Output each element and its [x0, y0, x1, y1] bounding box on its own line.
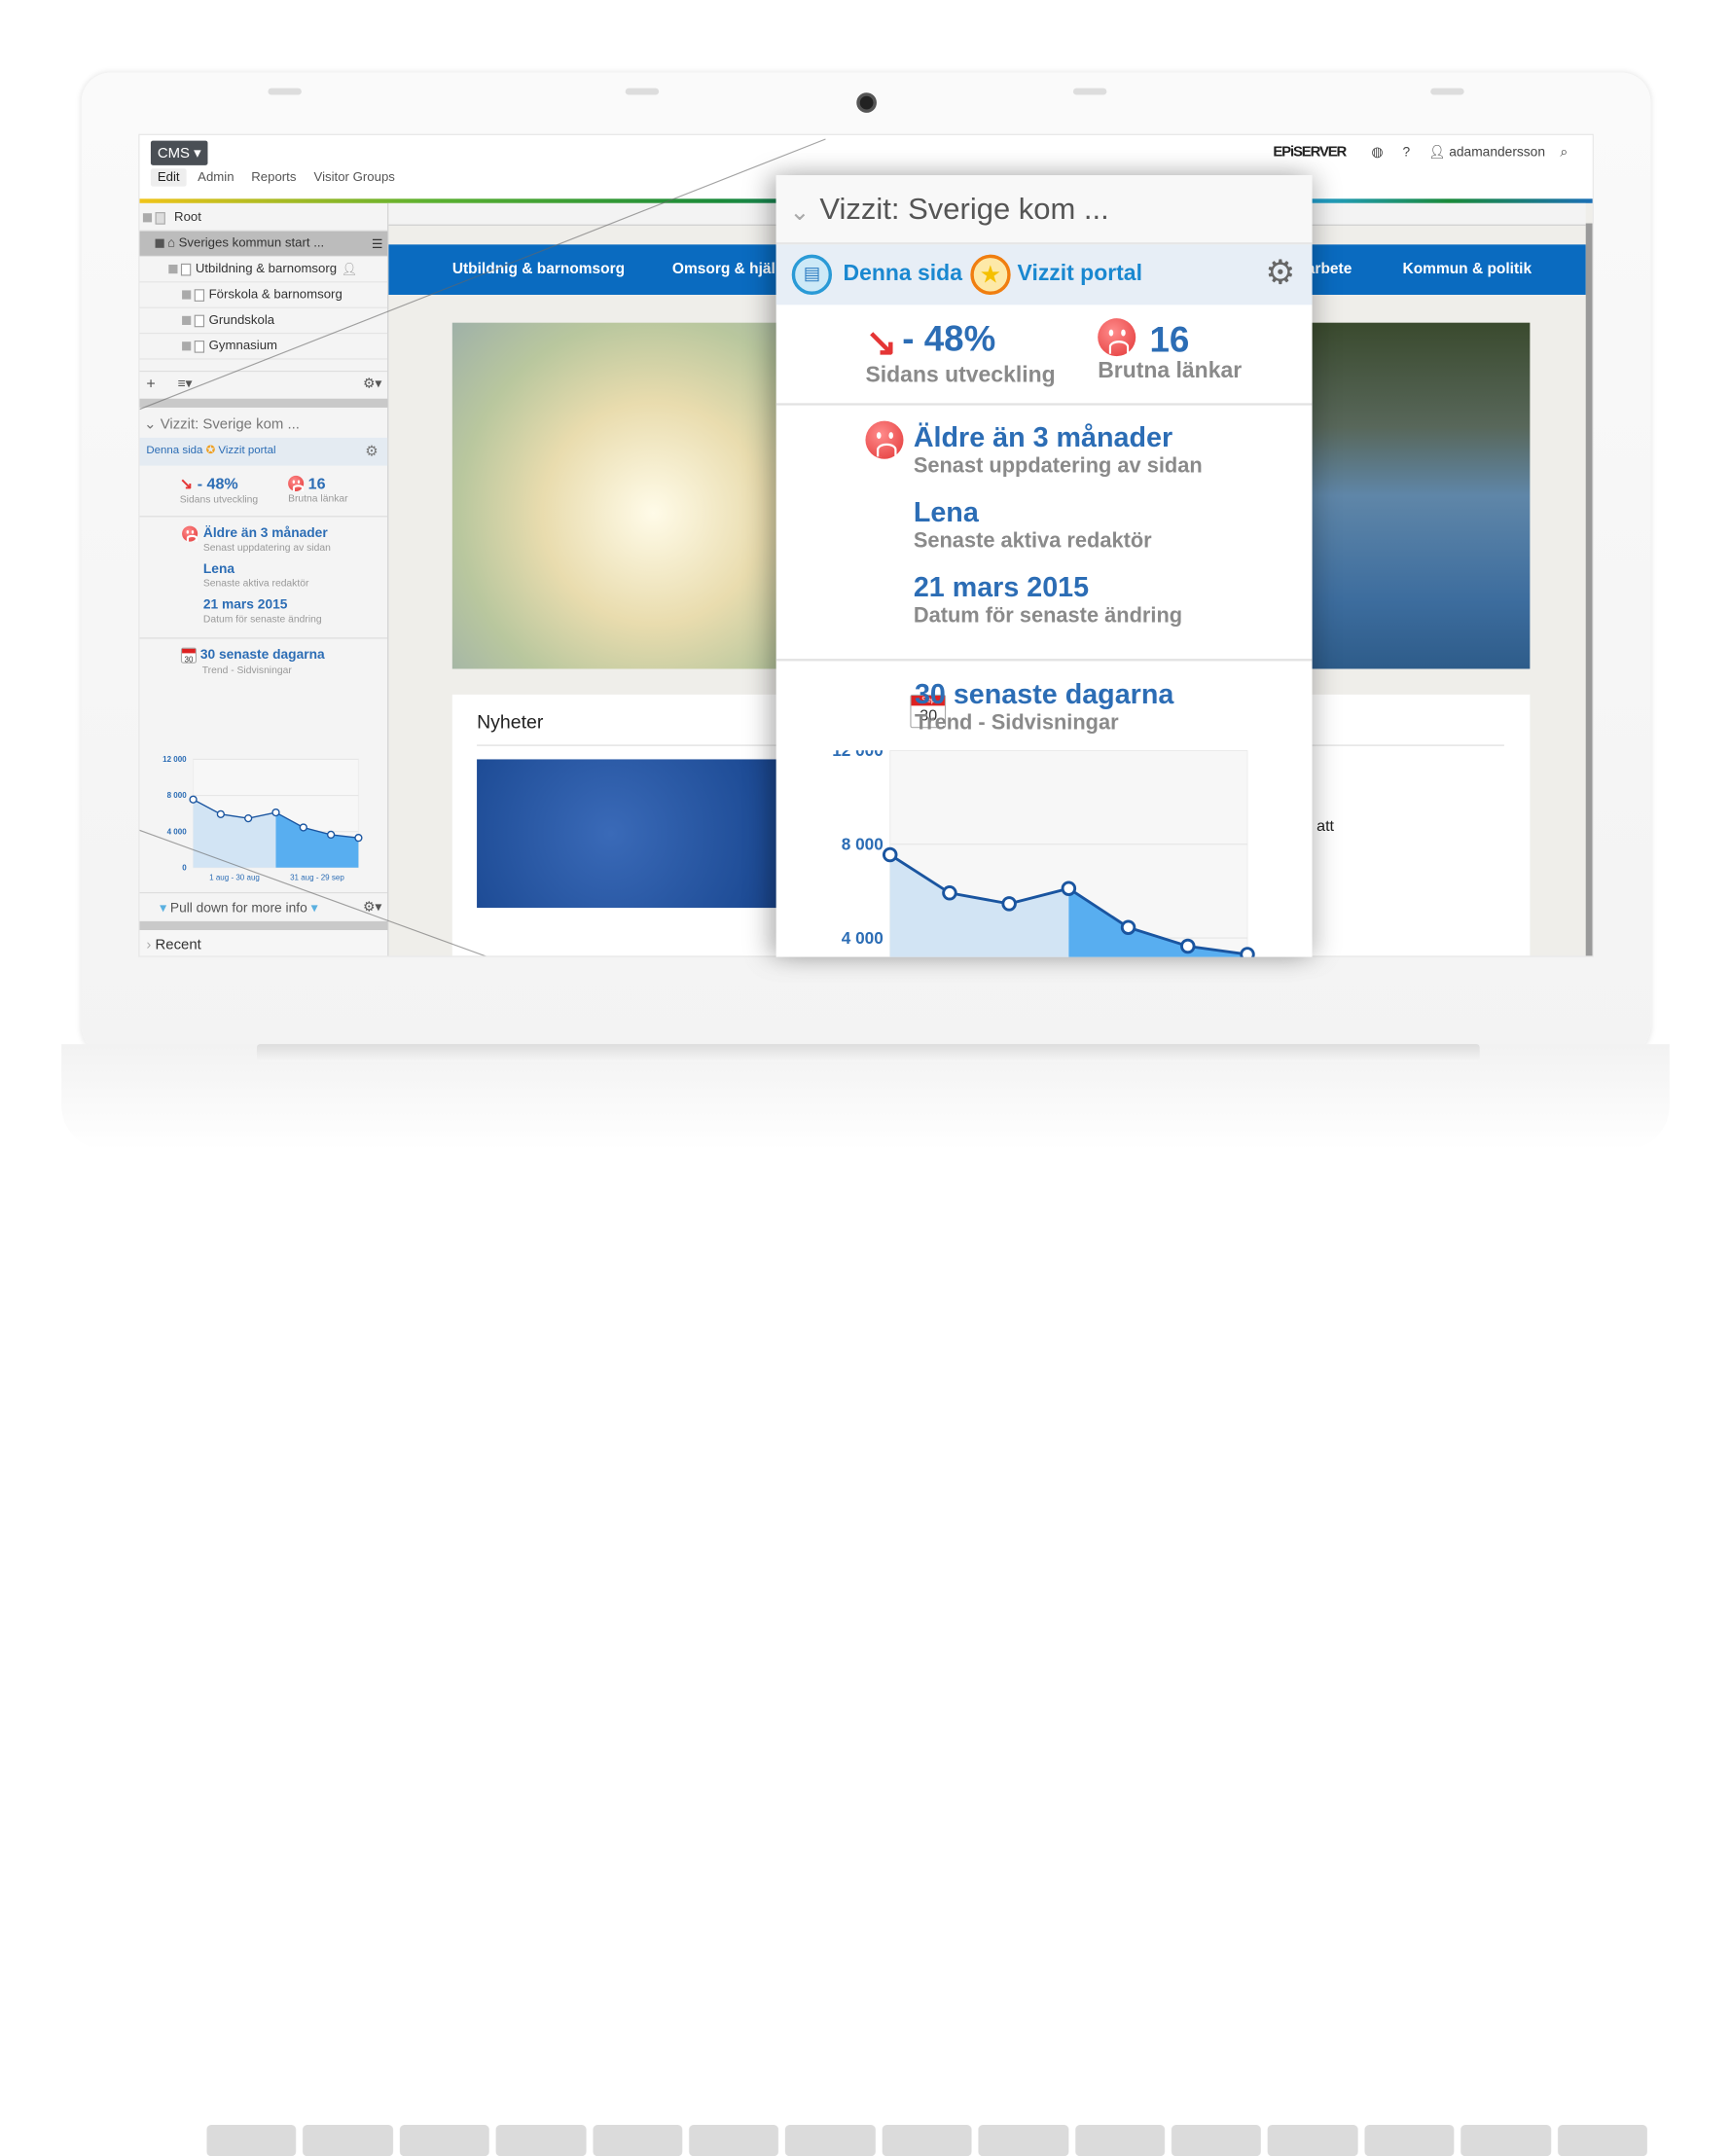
home-icon: ⌂ — [167, 236, 176, 251]
search-icon[interactable]: ⌕ — [1560, 144, 1568, 161]
nav-item[interactable]: Omsorg & hjälp — [672, 260, 784, 276]
reeds-photo — [451, 322, 788, 669]
mini-tab-page[interactable]: Denna sida — [146, 445, 202, 457]
recent-panel-header[interactable]: › Recent — [139, 930, 388, 956]
mini-details: Äldre än 3 månader Senast uppdatering av … — [202, 524, 331, 625]
data-point — [326, 830, 336, 840]
mini-change-stat: ↘ - 48% Sidans utveckling — [179, 474, 259, 505]
data-point — [216, 809, 225, 818]
data-point — [354, 834, 363, 843]
data-point — [1240, 947, 1255, 957]
cms-menu-button[interactable]: CMS ▾ — [150, 140, 208, 165]
data-point — [299, 823, 307, 832]
data-point — [1120, 919, 1136, 935]
star-icon: ★ — [970, 254, 1011, 295]
lake-photo — [1312, 322, 1531, 669]
age-value: Äldre än 3 månader — [913, 421, 1173, 453]
page-report-icon: ▤ — [791, 254, 833, 295]
nav-item[interactable]: Kommun & politik — [1403, 260, 1533, 276]
x-tick-label: 31 aug - 29 sep — [290, 873, 344, 881]
globe-icon[interactable]: ◍ — [1371, 144, 1383, 160]
widget-title: Vizzit: Sverige kom ... — [819, 192, 1109, 226]
user-icon: 👤︎ — [341, 263, 358, 277]
broken-links-stat: 16 Brutna länkar — [1098, 318, 1243, 383]
menu-reports[interactable]: Reports — [251, 171, 296, 185]
widget-header[interactable]: ⌄ Vizzit: Sverige kom ... — [775, 175, 1313, 245]
data-point — [1180, 938, 1196, 954]
menu-edit[interactable]: Edit — [150, 168, 187, 187]
mini-tab-portal[interactable]: Vizzit portal — [218, 445, 275, 457]
nav-item[interactable]: arbete — [1307, 260, 1352, 276]
scrollbar[interactable] — [1585, 223, 1593, 956]
data-point — [1001, 896, 1017, 912]
sad-face-icon — [182, 525, 198, 542]
tab-denna-sida[interactable]: Denna sida — [844, 262, 962, 287]
menu-admin[interactable]: Admin — [198, 171, 234, 185]
y-tick-label: 8 000 — [842, 834, 884, 853]
mini-tabs: Denna sida ✪ Vizzit portal ⚙ — [139, 437, 388, 466]
gear-icon[interactable]: ⚙ — [1265, 254, 1295, 293]
y-tick-label: 0 — [182, 863, 187, 872]
widget-tabs: ▤ Denna sida ★ Vizzit portal ⚙ — [775, 244, 1313, 305]
user-menu[interactable]: 👤︎ adamandersson — [1428, 144, 1545, 160]
data-point — [1061, 880, 1077, 896]
gear-icon[interactable]: ⚙ — [365, 442, 378, 459]
episerver-logo: EPiSERVER — [1273, 142, 1347, 161]
trend-chart: 04 0008 00012 000 — [832, 750, 1255, 957]
x-tick-label: 1 aug - 30 aug — [209, 873, 260, 881]
page-details: Äldre än 3 månader Senast uppdatering av… — [913, 421, 1203, 629]
data-point — [189, 795, 198, 804]
trend-header: 30 senaste dagarna Trend - Sidvisningar — [914, 678, 1174, 736]
y-tick-label: 12 000 — [832, 750, 884, 760]
tree-node[interactable]: Gymnasium — [139, 334, 388, 360]
news-title: Nyheter — [477, 711, 544, 733]
mini-widget-title[interactable]: ⌄ Vizzit: Sverige kom ... — [144, 415, 300, 433]
y-tick-label: 4 000 — [842, 928, 884, 948]
user-icon: 👤︎ — [1427, 144, 1446, 161]
add-button[interactable]: + — [146, 374, 155, 391]
y-tick-label: 4 000 — [167, 827, 188, 836]
tab-vizzit-portal[interactable]: Vizzit portal — [1018, 262, 1142, 287]
data-point — [271, 808, 280, 817]
vizzit-widget-zoomed: ⌄ Vizzit: Sverige kom ... ▤ Denna sida ★… — [775, 175, 1313, 957]
swimmers-photo[interactable] — [477, 759, 812, 909]
y-tick-label: 8 000 — [167, 791, 188, 800]
data-point — [942, 885, 957, 901]
sad-face-icon — [1098, 318, 1136, 357]
mini-broken-links: 16 Brutna länkar — [288, 474, 348, 504]
tree-node[interactable]: Utbildning & barnomsorg 👤︎ — [139, 257, 388, 283]
tree-node[interactable]: Förskola & barnomsorg — [139, 282, 388, 308]
data-point — [882, 846, 898, 863]
laptop-hinge — [256, 1044, 1480, 1062]
webcam — [856, 92, 877, 113]
settings-button[interactable]: ⚙▾ — [363, 376, 381, 391]
tree-node-root[interactable]: Root — [139, 205, 388, 232]
change-stat: ↘ - 48% Sidans utveckling — [865, 318, 1056, 388]
context-menu-icon[interactable]: ☰ — [372, 235, 383, 251]
y-tick-label: 12 000 — [162, 755, 187, 764]
username: adamandersson — [1449, 144, 1546, 161]
tree-node-start[interactable]: ⌂ Sveriges kommun start ... ☰ — [139, 231, 388, 257]
date-value: 21 mars 2015 — [913, 571, 1090, 603]
help-icon[interactable]: ? — [1403, 144, 1411, 160]
mini-trend-chart: 0 4 000 8 000 12 000 1 aug - 30 aug 31 aug - … — [162, 755, 363, 881]
chevron-down-icon[interactable]: ⌄ — [789, 198, 810, 227]
data-point — [244, 813, 253, 823]
mini-trend-header: 30 30 senaste dagarna Trend - Sidvisninga… — [180, 647, 325, 678]
sad-face-icon — [865, 420, 904, 459]
arrow-down-icon: ↘ — [865, 321, 898, 365]
tree-node[interactable]: Grundskola — [139, 308, 388, 335]
editor-value: Lena — [913, 496, 979, 528]
menu-visitor-groups[interactable]: Visitor Groups — [314, 171, 395, 185]
